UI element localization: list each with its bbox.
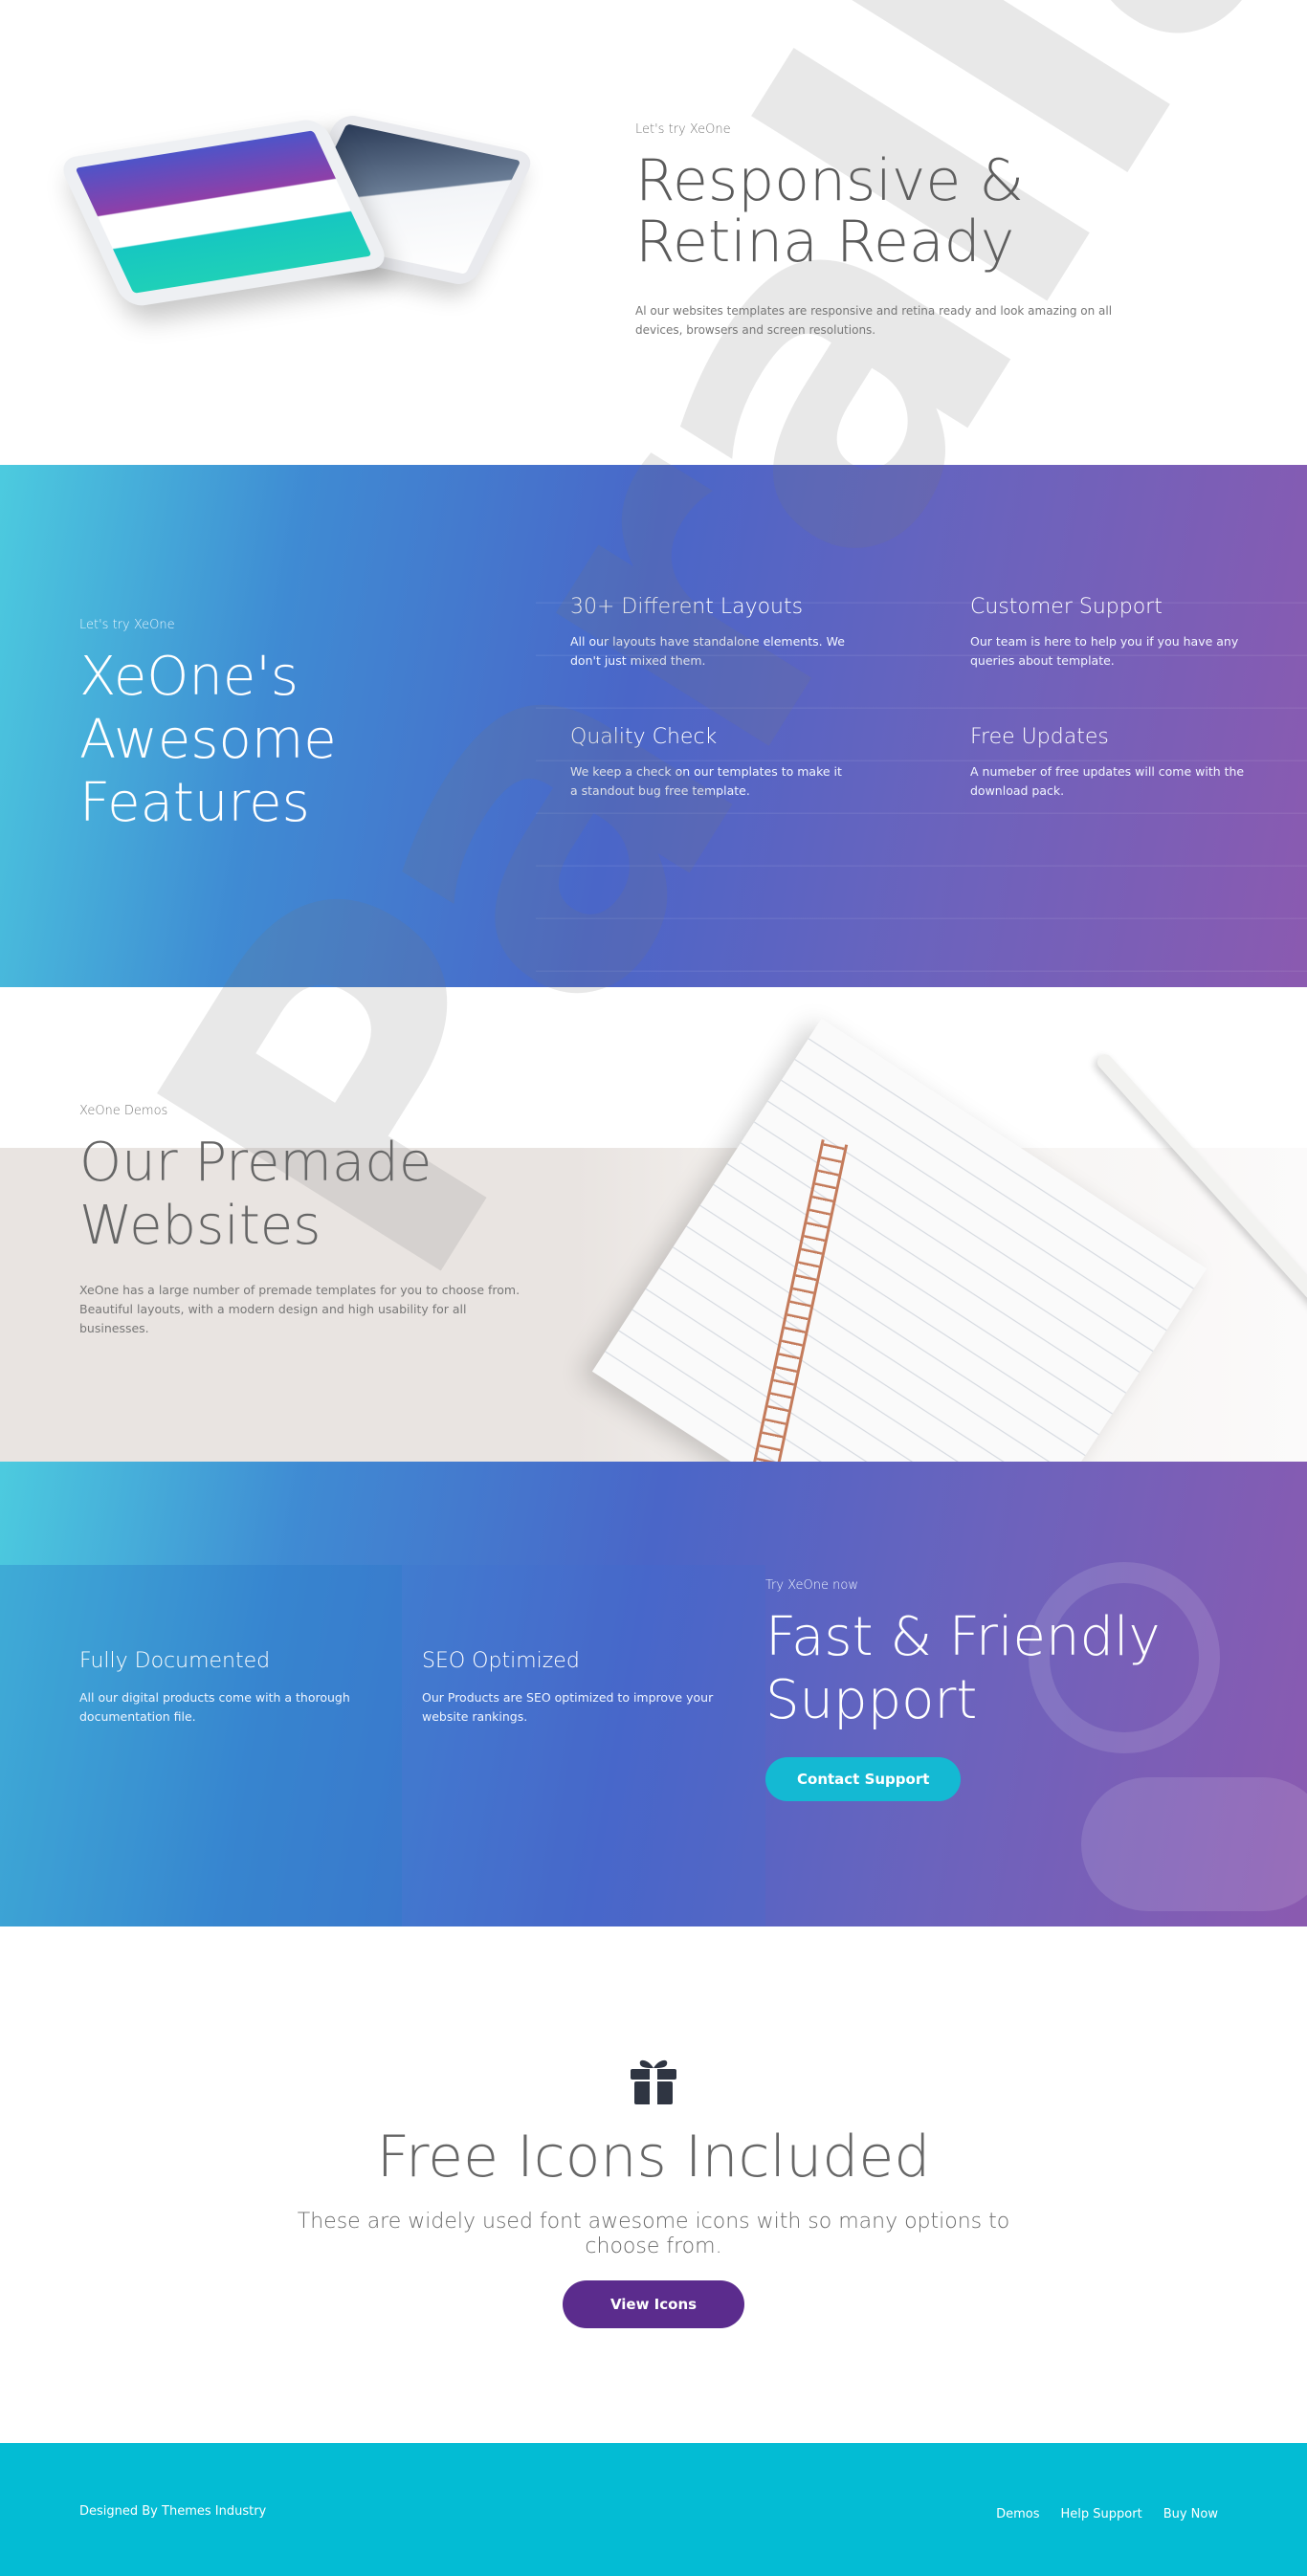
footer-nav: Demos Help Support Buy Now bbox=[996, 2507, 1218, 2521]
support-feature-title: SEO Optimized bbox=[422, 1649, 580, 1673]
feature-desc: Our team is here to help you if you have… bbox=[970, 634, 1239, 668]
feature-desc: A numeber of free updates will come with… bbox=[970, 764, 1245, 798]
support-feature-desc: All our digital products come with a tho… bbox=[79, 1690, 350, 1724]
contact-support-button[interactable]: Contact Support bbox=[765, 1757, 962, 1801]
support-title: Fast & Friendly Support bbox=[765, 1606, 1161, 1731]
icons-section: Free Icons Included These are widely use… bbox=[0, 1926, 1307, 2443]
footer-link-demos[interactable]: Demos bbox=[996, 2507, 1039, 2521]
notebook bbox=[591, 1018, 1207, 1462]
tablet-mockup-image bbox=[56, 112, 540, 309]
feature-title: 30+ Different Layouts bbox=[570, 595, 804, 619]
responsive-description: Al our websites templates are responsive… bbox=[635, 304, 1113, 337]
support-feature: SEO Optimized Our Products are SEO optim… bbox=[422, 1649, 738, 1727]
responsive-title: Responsive & Retina Ready bbox=[635, 147, 1025, 275]
feature-title: Free Updates bbox=[970, 725, 1109, 749]
icons-description: These are widely used font awesome icons… bbox=[297, 2210, 1010, 2258]
footer: Designed By Themes Industry Demos Help S… bbox=[0, 2443, 1307, 2576]
leaf-background bbox=[0, 1565, 402, 1926]
premade-kicker: XeOne Demos bbox=[79, 1104, 168, 1118]
feature-title: Quality Check bbox=[570, 725, 718, 749]
feature-item: Customer Support Our team is here to hel… bbox=[970, 595, 1248, 671]
responsive-section: Let's try XeOne Responsive & Retina Read… bbox=[0, 0, 1307, 465]
view-icons-button[interactable]: View Icons bbox=[563, 2280, 744, 2328]
premade-title: Our Premade Websites bbox=[79, 1132, 432, 1257]
icons-title: Free Icons Included bbox=[376, 2124, 931, 2191]
feature-item: Free Updates A numeber of free updates w… bbox=[970, 725, 1248, 801]
footer-link-help-support[interactable]: Help Support bbox=[1061, 2507, 1142, 2521]
premade-section: XeOne Demos Our Premade Websites XeOne h… bbox=[0, 987, 1307, 1462]
features-title: XeOne's Awesome Features bbox=[79, 646, 337, 834]
gift-icon bbox=[631, 2059, 676, 2104]
support-kicker: Try XeOne now bbox=[765, 1578, 858, 1593]
feature-desc: All our layouts have standalone elements… bbox=[570, 634, 845, 668]
responsive-kicker: Let's try XeOne bbox=[635, 122, 731, 137]
support-section: Fully Documented All our digital product… bbox=[0, 1462, 1307, 1926]
features-kicker: Let's try XeOne bbox=[79, 618, 175, 632]
support-feature: Fully Documented All our digital product… bbox=[79, 1649, 395, 1727]
footer-credit: Designed By Themes Industry bbox=[79, 2504, 267, 2519]
seo-background bbox=[402, 1565, 765, 1926]
premade-description: XeOne has a large number of premade temp… bbox=[79, 1283, 521, 1335]
footer-link-buy-now[interactable]: Buy Now bbox=[1163, 2507, 1218, 2521]
feature-item: Quality Check We keep a check on our tem… bbox=[570, 725, 848, 801]
feature-item: 30+ Different Layouts All our layouts ha… bbox=[570, 595, 848, 671]
support-feature-title: Fully Documented bbox=[79, 1649, 271, 1673]
feature-desc: We keep a check on our templates to make… bbox=[570, 764, 842, 798]
support-feature-desc: Our Products are SEO optimized to improv… bbox=[422, 1690, 714, 1724]
feature-title: Customer Support bbox=[970, 595, 1163, 619]
features-section: Let's try XeOne XeOne's Awesome Features… bbox=[0, 465, 1307, 987]
